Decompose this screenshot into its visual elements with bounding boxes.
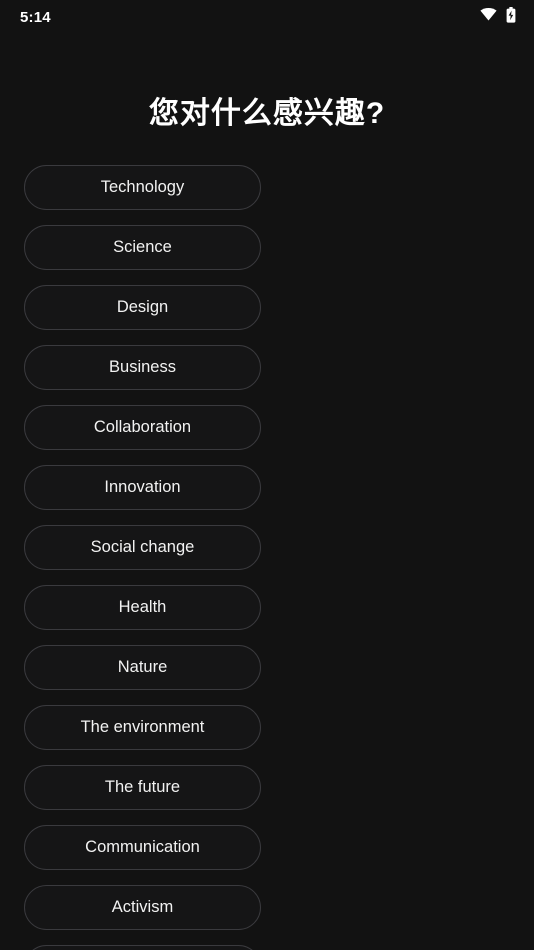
wifi-icon <box>480 8 497 26</box>
topic-pill-communication[interactable]: Communication <box>24 825 261 870</box>
status-bar-clock: 5:14 <box>20 8 51 26</box>
topic-pill-science[interactable]: Science <box>24 225 261 270</box>
battery-charging-icon <box>506 6 516 28</box>
topic-pill-the-environment[interactable]: The environment <box>24 705 261 750</box>
topic-pill-health[interactable]: Health <box>24 585 261 630</box>
topic-pill-nature[interactable]: Nature <box>24 645 261 690</box>
topic-pill-business[interactable]: Business <box>24 345 261 390</box>
topic-pill-activism[interactable]: Activism <box>24 885 261 930</box>
topic-pill-innovation[interactable]: Innovation <box>24 465 261 510</box>
topic-pill-social-change[interactable]: Social change <box>24 525 261 570</box>
topic-pill-grid: Technology Science Design Business Colla… <box>0 165 534 950</box>
topic-pill-child-development[interactable]: Child development <box>24 945 261 950</box>
page-title-container: 您对什么感兴趣? <box>0 34 534 165</box>
status-bar: 5:14 <box>0 0 534 34</box>
topic-pill-technology[interactable]: Technology <box>24 165 261 210</box>
topic-pill-design[interactable]: Design <box>24 285 261 330</box>
topic-pill-collaboration[interactable]: Collaboration <box>24 405 261 450</box>
status-bar-icons <box>480 6 516 28</box>
topic-pill-the-future[interactable]: The future <box>24 765 261 810</box>
page-title: 您对什么感兴趣? <box>148 97 386 130</box>
interests-onboarding-screen: 5:14 您对什么感兴趣? Technology Science Design … <box>0 0 534 950</box>
